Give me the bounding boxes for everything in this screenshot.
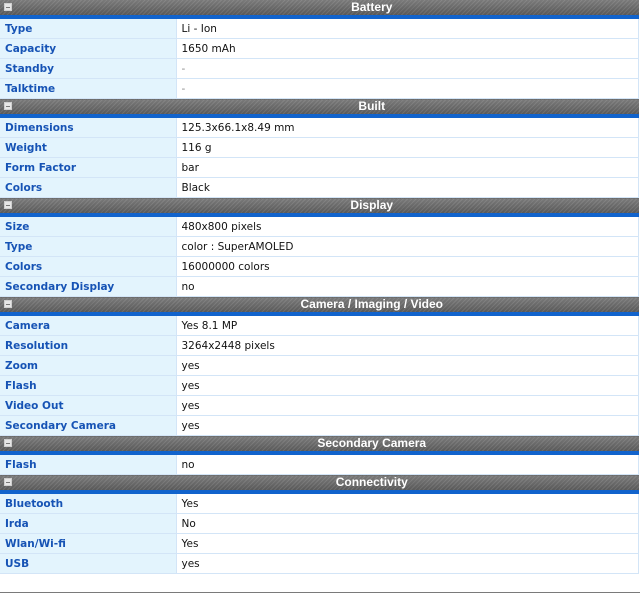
section-header[interactable]: Secondary Camera	[0, 435, 639, 455]
spec-value: 3264x2448 pixels	[176, 335, 639, 356]
spec-row: Wlan/Wi-fi Yes	[0, 533, 639, 554]
spec-value: color : SuperAMOLED	[176, 236, 639, 257]
spec-label: Colors	[0, 256, 177, 277]
spec-value: yes	[176, 375, 639, 396]
spec-label: Weight	[0, 137, 177, 158]
spec-row: Dimensions 125.3x66.1x8.49 mm	[0, 116, 639, 138]
spec-label: Flash	[0, 375, 177, 396]
spec-row: Talktime -	[0, 78, 639, 99]
spec-row: Zoom yes	[0, 355, 639, 376]
spec-label: Standby	[0, 58, 177, 79]
spec-label: Talktime	[0, 78, 177, 99]
section-header[interactable]: Display	[0, 197, 639, 217]
collapse-minus-icon[interactable]	[4, 300, 12, 308]
spec-table: Battery Type Li - Ion Capacity 1650 mAh Stand…	[0, 0, 639, 574]
spec-row: Flash no	[0, 453, 639, 475]
spec-row: Type color : SuperAMOLED	[0, 236, 639, 257]
spec-row: Colors Black	[0, 177, 639, 198]
collapse-minus-icon[interactable]	[4, 478, 12, 486]
section-title: Display	[350, 198, 394, 212]
spec-label: Resolution	[0, 335, 177, 356]
spec-row: Resolution 3264x2448 pixels	[0, 335, 639, 356]
section-title: Battery	[351, 0, 393, 14]
spec-row: Secondary Display no	[0, 276, 639, 297]
collapse-minus-icon[interactable]	[4, 201, 12, 209]
spec-label: Colors	[0, 177, 177, 198]
collapse-minus-icon[interactable]	[4, 3, 12, 11]
spec-label: Wlan/Wi-fi	[0, 533, 177, 554]
section-header-cell[interactable]: Built	[0, 98, 639, 118]
spec-value: 125.3x66.1x8.49 mm	[176, 116, 639, 138]
collapse-minus-icon[interactable]	[4, 102, 12, 110]
spec-row: Flash yes	[0, 375, 639, 396]
bottom-divider	[0, 592, 640, 593]
spec-value: no	[176, 276, 639, 297]
spec-value: Yes	[176, 533, 639, 554]
spec-value: 1650 mAh	[176, 38, 639, 59]
section-header-cell[interactable]: Camera / Imaging / Video	[0, 296, 639, 316]
spec-row: Bluetooth Yes	[0, 492, 639, 514]
spec-label: Size	[0, 215, 177, 237]
section-title: Connectivity	[335, 475, 408, 489]
spec-value: Yes	[176, 492, 639, 514]
spec-value: -	[176, 78, 639, 99]
spec-row: Camera Yes 8.1 MP	[0, 314, 639, 336]
spec-value: Black	[176, 177, 639, 198]
section-title: Secondary Camera	[317, 436, 427, 450]
spec-value: yes	[176, 553, 639, 574]
spec-label: Video Out	[0, 395, 177, 416]
spec-value: yes	[176, 415, 639, 436]
spec-row: USB yes	[0, 553, 639, 574]
section-header[interactable]: Battery	[0, 0, 639, 19]
spec-label: Dimensions	[0, 116, 177, 138]
section-header-cell[interactable]: Battery	[0, 0, 639, 19]
spec-value: bar	[176, 157, 639, 178]
section-header-cell[interactable]: Secondary Camera	[0, 435, 639, 455]
section-header[interactable]: Built	[0, 98, 639, 118]
spec-value: 16000000 colors	[176, 256, 639, 277]
spec-value: yes	[176, 355, 639, 376]
spec-label: Type	[0, 17, 177, 39]
spec-label: Secondary Display	[0, 276, 177, 297]
spec-label: Irda	[0, 513, 177, 534]
spec-value: No	[176, 513, 639, 534]
spec-value: Li - Ion	[176, 17, 639, 39]
spec-label: Bluetooth	[0, 492, 177, 514]
spec-label: Flash	[0, 453, 177, 475]
spec-label: Form Factor	[0, 157, 177, 178]
spec-row: Colors 16000000 colors	[0, 256, 639, 277]
spec-row: Form Factor bar	[0, 157, 639, 178]
spec-row: Video Out yes	[0, 395, 639, 416]
spec-label: Capacity	[0, 38, 177, 59]
section-header[interactable]: Connectivity	[0, 474, 639, 494]
section-title: Built	[358, 99, 386, 113]
spec-row: Capacity 1650 mAh	[0, 38, 639, 59]
section-header[interactable]: Camera / Imaging / Video	[0, 296, 639, 316]
section-header-cell[interactable]: Connectivity	[0, 474, 639, 494]
spec-value: 480x800 pixels	[176, 215, 639, 237]
collapse-minus-icon[interactable]	[4, 439, 12, 447]
section-header-cell[interactable]: Display	[0, 197, 639, 217]
spec-value: 116 g	[176, 137, 639, 158]
spec-label: Type	[0, 236, 177, 257]
spec-row: Weight 116 g	[0, 137, 639, 158]
spec-row: Standby -	[0, 58, 639, 79]
spec-value: no	[176, 453, 639, 475]
spec-label: USB	[0, 553, 177, 574]
spec-row: Secondary Camera yes	[0, 415, 639, 436]
spec-row: Size 480x800 pixels	[0, 215, 639, 237]
spec-row: Irda No	[0, 513, 639, 534]
spec-value: Yes 8.1 MP	[176, 314, 639, 336]
spec-value: yes	[176, 395, 639, 416]
spec-row: Type Li - Ion	[0, 17, 639, 39]
spec-value: -	[176, 58, 639, 79]
spec-label: Zoom	[0, 355, 177, 376]
spec-label: Secondary Camera	[0, 415, 177, 436]
spec-label: Camera	[0, 314, 177, 336]
section-title: Camera / Imaging / Video	[300, 297, 444, 311]
